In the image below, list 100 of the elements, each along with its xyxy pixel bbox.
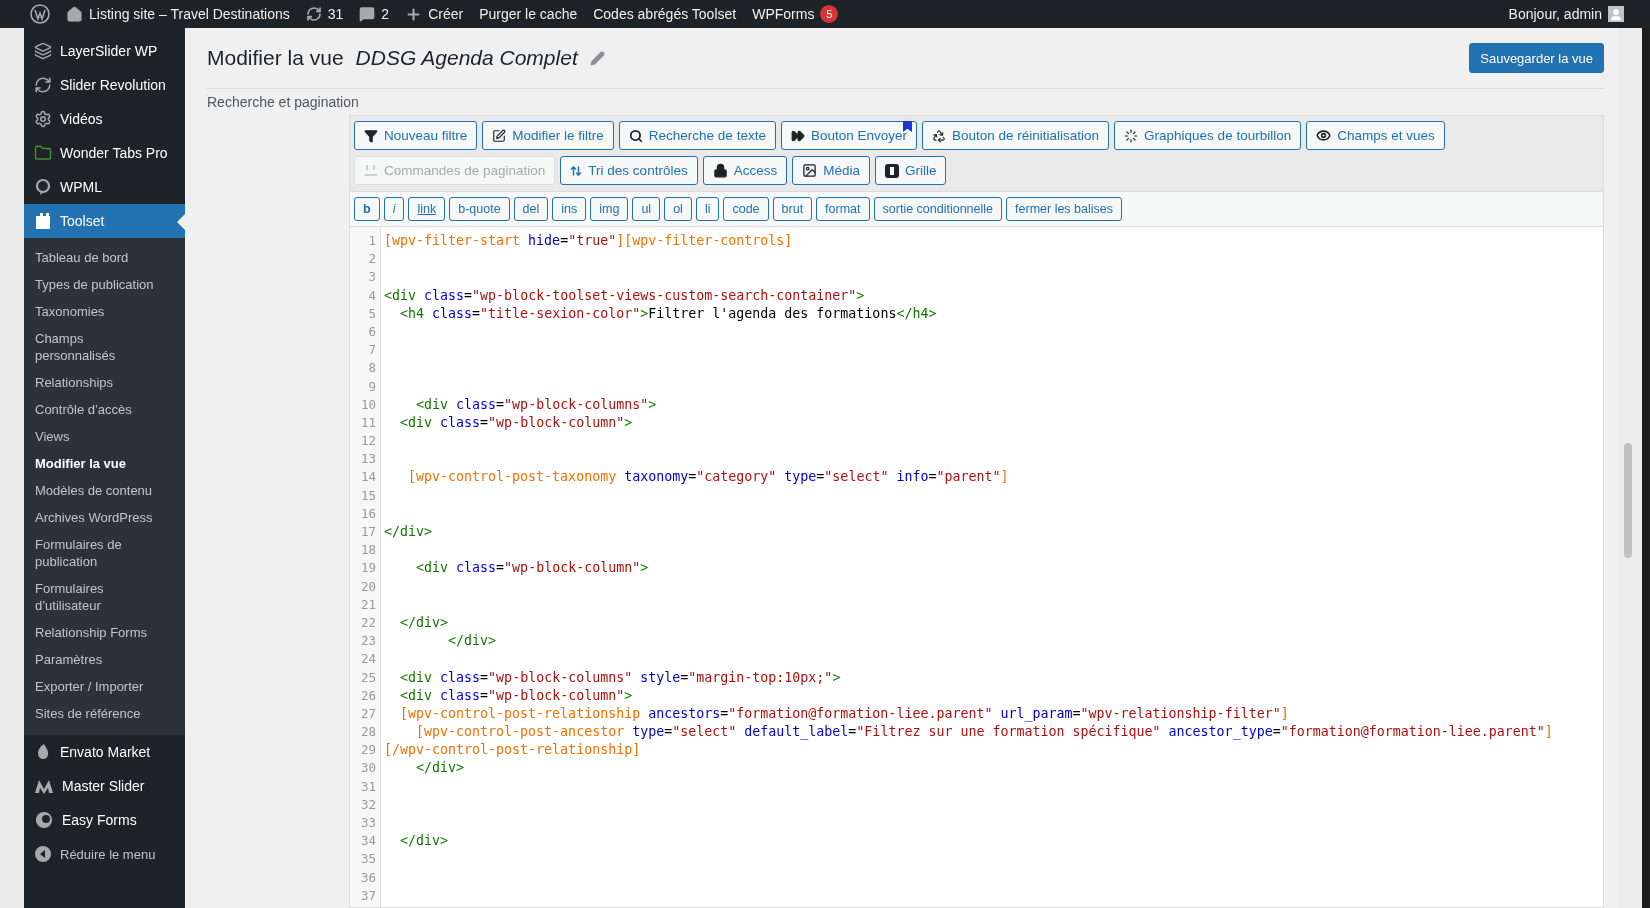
submenu-item[interactable]: Modèles de contenu	[24, 477, 165, 504]
format-button[interactable]: b	[354, 197, 380, 221]
toolbar-button[interactable]: Modifier le filtre	[482, 121, 614, 150]
toolbar-button[interactable]: Bouton Envoyer	[780, 121, 917, 150]
blocks-icon	[34, 212, 52, 230]
line-number: 22	[359, 613, 377, 632]
format-button[interactable]: del	[513, 197, 549, 221]
toolbar-button[interactable]: Graphiques de tourbillon	[1114, 121, 1302, 150]
comment-icon	[359, 6, 376, 22]
line-number: 34	[359, 832, 377, 851]
notification-count: 5	[820, 5, 839, 23]
line-number: 18	[359, 541, 377, 560]
submenu-item[interactable]: Relationships	[24, 369, 165, 396]
format-button[interactable]: link	[408, 197, 446, 221]
line-number: 2	[367, 250, 377, 269]
wpforms-link[interactable]: WPForms	[752, 6, 815, 22]
sidebar-menu-item[interactable]: WPML	[24, 170, 185, 204]
submenu-item[interactable]: Taxonomies	[24, 298, 165, 325]
line-number: 30	[359, 759, 377, 778]
sidebar-menu-item[interactable]: Envato Market	[24, 735, 185, 769]
sidebar-menu-item[interactable]: Wonder Tabs Pro	[24, 136, 185, 170]
format-button[interactable]: ul	[632, 197, 661, 221]
code-line: </div>	[399, 833, 449, 849]
submenu-item[interactable]: Contrôle d’accès	[24, 396, 165, 423]
line-number: 32	[359, 795, 377, 814]
edit-icon	[492, 128, 507, 143]
eye-icon	[1316, 128, 1332, 143]
submenu-item[interactable]: Champs personnalisés	[24, 325, 165, 369]
filter-icon	[364, 128, 378, 143]
submenu-item[interactable]: Tableau de bord	[24, 244, 165, 271]
submenu-item[interactable]: Sites de référence	[24, 700, 165, 727]
toolbar-button[interactable]: Recherche de texte	[618, 121, 776, 150]
line-number: 26	[359, 686, 377, 705]
code-editor[interactable]	[350, 227, 1603, 907]
toolbar-button[interactable]: Champs et vues	[1306, 121, 1445, 150]
line-number: 1	[367, 232, 377, 250]
code-line: [wpv-control-post-ancestor type="select" default_label="Filtrez sur une formation spécifique" ancestor_type="formation@formation-liee.parent"]	[415, 724, 1553, 740]
format-button[interactable]: sortie conditionnelle	[873, 197, 1003, 221]
format-button[interactable]: ol	[664, 197, 692, 221]
code-line: <div class="wp-block-column">	[399, 687, 633, 703]
submenu-item[interactable]: Types de publication	[24, 271, 165, 298]
format-button[interactable]: li	[695, 197, 720, 221]
toolbar-button[interactable]: Nouveau filtre	[354, 121, 478, 150]
avatar-icon[interactable]	[1608, 6, 1624, 22]
format-button[interactable]: brut	[772, 197, 813, 221]
submenu-item[interactable]: Modifier la vue	[24, 450, 165, 477]
format-button[interactable]: code	[723, 197, 769, 221]
collapse-menu-button[interactable]: Réduire le menu	[24, 837, 185, 871]
sidebar-menu-item[interactable]: Easy Forms	[24, 803, 185, 837]
format-button[interactable]: ins	[552, 197, 587, 221]
toolbar-button[interactable]: Access	[702, 156, 788, 185]
greeting-link[interactable]: Bonjour, admin	[1508, 6, 1602, 22]
line-number: 7	[367, 341, 377, 360]
sidebar-menu-item[interactable]: Master Slider	[24, 769, 185, 803]
scrollbar-thumb[interactable]	[1624, 443, 1632, 558]
toolbar-link[interactable]: Purger le cache	[479, 6, 578, 22]
submenu-item[interactable]: Formulaires d’utilisateur	[24, 575, 165, 619]
lock-icon	[712, 163, 728, 178]
wordpress-logo-icon[interactable]	[30, 4, 50, 24]
bookmark-icon	[902, 121, 912, 132]
sidebar-menu-item[interactable]: LayerSlider WP	[24, 34, 185, 68]
toolbar-button[interactable]: Grille	[874, 156, 947, 185]
speech-bubble-icon	[34, 178, 52, 196]
format-button[interactable]: b-quote	[449, 197, 510, 221]
line-number: 25	[359, 668, 377, 687]
format-button[interactable]: fermer les balises	[1006, 197, 1122, 221]
code-line: </div>	[384, 524, 433, 539]
submenu-item[interactable]: Views	[24, 423, 165, 450]
line-number: 19	[359, 559, 377, 578]
line-number: 27	[359, 704, 377, 723]
comments-count[interactable]: 2	[381, 6, 390, 22]
sidebar-menu-item[interactable]: Slider Revolution	[24, 68, 185, 102]
line-number: 20	[359, 577, 377, 596]
sidebar-menu-item[interactable]: Vidéos	[24, 102, 185, 136]
toolbar-button[interactable]: Tri des contrôles	[560, 156, 698, 185]
site-link[interactable]: Listing site – Travel Destinations	[89, 6, 290, 22]
save-button[interactable]: Sauvegarder la vue	[1469, 43, 1604, 73]
updates-count[interactable]: 31	[327, 6, 344, 22]
format-button[interactable]: img	[590, 197, 629, 221]
line-number: 4	[367, 286, 377, 305]
submenu-item[interactable]: Exporter / Importer	[24, 673, 165, 700]
toolbar-button[interactable]: Bouton de réinitialisation	[921, 121, 1110, 150]
new-link[interactable]: Créer	[428, 6, 464, 22]
submenu-item[interactable]: Formulaires de publication	[24, 531, 165, 575]
line-number: 15	[359, 486, 377, 505]
submenu-item[interactable]: Relationship Forms	[24, 619, 165, 646]
line-number: 21	[359, 595, 377, 614]
format-button[interactable]: i	[383, 197, 405, 221]
line-number: 5	[367, 304, 377, 323]
toolbar-button[interactable]: Média	[792, 156, 870, 185]
sidebar-menu-item[interactable]: Toolset	[24, 204, 185, 238]
submenu-item[interactable]: Paramètres	[24, 646, 165, 673]
pencil-icon[interactable]	[589, 50, 605, 66]
submenu-item[interactable]: Archives WordPress	[24, 504, 165, 531]
collapse-icon	[34, 845, 52, 863]
toolbar-link[interactable]: Codes abrégés Toolset	[593, 6, 737, 22]
layers-icon	[34, 42, 52, 60]
format-button[interactable]: format	[816, 197, 870, 221]
code-line: </div>	[447, 633, 497, 649]
code-line: [wpv-control-post-taxonomy taxonomy="category" type="select" info="parent"]	[407, 469, 1009, 485]
